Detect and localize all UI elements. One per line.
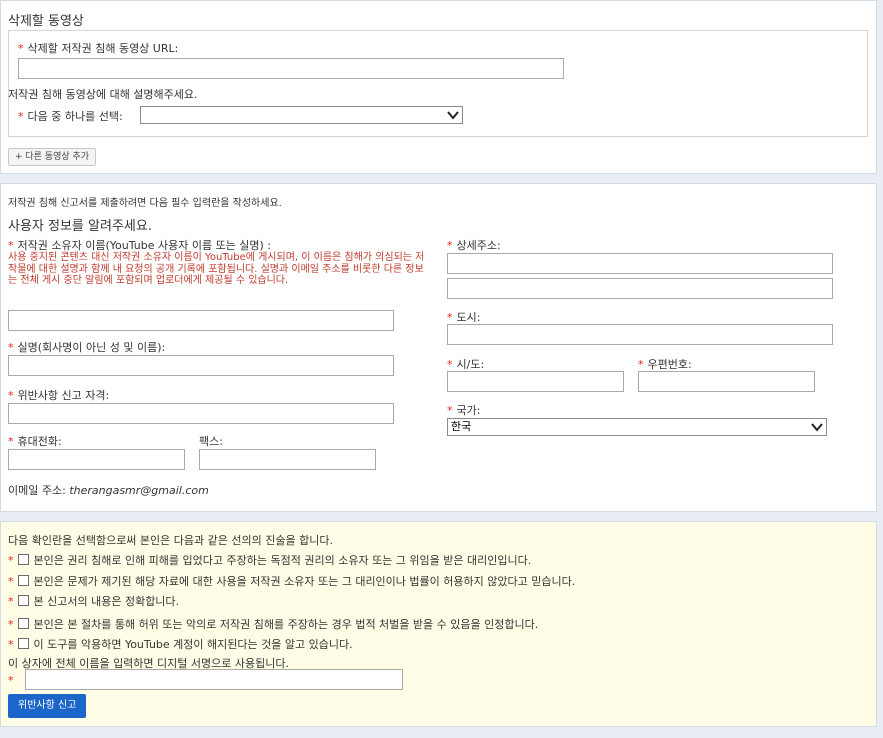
video-url-input[interactable] — [18, 58, 564, 79]
phone-label: * 휴대전화: — [8, 433, 62, 449]
fax-input[interactable] — [199, 449, 376, 470]
video-url-label: * 삭제할 저작권 침해 동영상 URL: — [18, 40, 178, 56]
signature-input[interactable] — [25, 669, 403, 690]
statement-text: 본인은 문제가 제기된 해당 자료에 대한 사용을 저작권 소유자 또는 그 대… — [33, 575, 576, 588]
describe-video-label: 저작권 침해 동영상에 대해 설명해주세요. — [8, 88, 198, 101]
email-label: 이메일 주소: — [8, 484, 66, 497]
video-entry-box: * 삭제할 저작권 침해 동영상 URL: 저작권 침해 동영상에 대해 설명해주… — [8, 30, 868, 137]
statement-checkbox[interactable] — [17, 575, 29, 586]
state-label-text: 시/도: — [456, 358, 485, 371]
city-label-text: 도시: — [456, 311, 481, 324]
real-name-label-text: 실명(회사명이 아닌 성 및 이름): — [17, 341, 166, 354]
zip-label: * 우편번호: — [638, 356, 692, 372]
owner-name-input[interactable] — [8, 310, 394, 331]
required-marker: * — [8, 618, 14, 631]
statement-checkbox[interactable] — [17, 618, 29, 629]
required-marker: * — [8, 554, 14, 567]
address-label: * 상세주소: — [447, 237, 501, 253]
email-row: 이메일 주소: therangasmr@gmail.com — [8, 482, 209, 498]
choose-option-select[interactable] — [140, 106, 463, 124]
required-marker: * — [18, 110, 24, 123]
statement-text: 본 신고서의 내용은 정확합니다. — [33, 595, 180, 608]
zip-input[interactable] — [638, 371, 815, 392]
choose-option-label: * 다음 중 하나를 선택: — [18, 108, 123, 124]
state-label: * 시/도: — [447, 356, 484, 372]
owner-name-label: * 저작권 소유자 이름(YouTube 사용자 이름 또는 실명) : — [8, 237, 271, 253]
address-line2-input[interactable] — [447, 278, 833, 299]
statement-item: * 이 도구를 악용하면 YouTube 계정이 해지된다는 것을 알고 있습니다… — [8, 636, 353, 652]
statement-item: * 본 신고서의 내용은 정확합니다. — [8, 593, 179, 609]
authority-label: * 위반사항 신고 자격: — [8, 387, 109, 403]
required-marker: * — [8, 389, 14, 402]
authority-input[interactable] — [8, 403, 394, 424]
add-video-button[interactable]: + 다른 동영상 추가 — [8, 148, 97, 166]
info-section: 저작권 침해 신고서를 제출하려면 다음 필수 입력란을 작성하세요. 사용자 … — [0, 183, 877, 512]
video-section-title: 삭제할 동영상 — [8, 14, 84, 29]
state-input[interactable] — [447, 371, 624, 392]
required-marker: * — [8, 341, 14, 354]
required-marker: * — [447, 404, 453, 417]
info-intro: 저작권 침해 신고서를 제출하려면 다음 필수 입력란을 작성하세요. — [8, 198, 282, 209]
video-url-label-text: 삭제할 저작권 침해 동영상 URL: — [27, 42, 179, 55]
statement-checkbox[interactable] — [17, 554, 29, 565]
owner-name-warning: 사용 중지된 콘텐츠 대신 저작권 소유자 이름이 YouTube에 게시되며,… — [8, 252, 425, 286]
submit-report-button[interactable]: 위반사항 신고 — [8, 694, 87, 718]
info-section-title: 사용자 정보를 알려주세요. — [8, 219, 152, 234]
chevron-down-icon — [811, 423, 823, 432]
phone-label-text: 휴대전화: — [17, 435, 62, 448]
address-label-text: 상세주소: — [456, 239, 501, 252]
statements-section: 다음 확인란을 선택함으로써 본인은 다음과 같은 선의의 진술을 합니다. *… — [0, 521, 877, 727]
country-select[interactable]: 한국 — [447, 418, 827, 436]
statement-text: 본인은 권리 침해로 인해 피해를 입었다고 주장하는 독점적 권리의 소유자 … — [33, 554, 532, 567]
statement-checkbox[interactable] — [17, 638, 29, 649]
required-marker: * — [8, 239, 14, 252]
real-name-input[interactable] — [8, 355, 394, 376]
country-label-text: 국가: — [456, 404, 481, 417]
statement-item: * 본인은 문제가 제기된 해당 자료에 대한 사용을 저작권 소유자 또는 그 … — [8, 573, 575, 589]
required-marker: * — [8, 435, 14, 448]
required-marker: * — [8, 575, 14, 588]
required-marker: * — [638, 358, 644, 371]
owner-name-label-text: 저작권 소유자 이름(YouTube 사용자 이름 또는 실명) : — [17, 239, 272, 252]
country-value: 한국 — [451, 420, 472, 433]
required-marker: * — [8, 595, 14, 608]
statement-text: 본인은 본 절차를 통해 허위 또는 악의로 저작권 침해를 주장하는 경우 법… — [33, 618, 539, 631]
statements-intro: 다음 확인란을 선택함으로써 본인은 다음과 같은 선의의 진술을 합니다. — [8, 534, 333, 547]
country-label: * 국가: — [447, 402, 480, 418]
chevron-down-icon — [447, 111, 459, 120]
authority-label-text: 위반사항 신고 자격: — [17, 389, 110, 402]
required-marker: * — [447, 311, 453, 324]
statement-item: * 본인은 본 절차를 통해 허위 또는 악의로 저작권 침해를 주장하는 경우 … — [8, 616, 538, 632]
zip-label-text: 우편번호: — [647, 358, 692, 371]
statement-text: 이 도구를 악용하면 YouTube 계정이 해지된다는 것을 알고 있습니다. — [33, 638, 353, 651]
required-marker: * — [447, 239, 453, 252]
required-marker: * — [447, 358, 453, 371]
required-marker: * — [8, 638, 14, 651]
city-label: * 도시: — [447, 309, 480, 325]
video-section: 삭제할 동영상 * 삭제할 저작권 침해 동영상 URL: 저작권 침해 동영상에… — [0, 0, 877, 174]
city-input[interactable] — [447, 324, 833, 345]
phone-input[interactable] — [8, 449, 185, 470]
choose-option-label-text: 다음 중 하나를 선택: — [27, 110, 123, 123]
email-value: therangasmr@gmail.com — [69, 484, 209, 497]
required-marker: * — [18, 42, 24, 55]
fax-label: 팩스: — [199, 435, 223, 448]
required-marker: * — [8, 674, 14, 687]
statement-checkbox[interactable] — [17, 595, 29, 606]
address-line1-input[interactable] — [447, 253, 833, 274]
statement-item: * 본인은 권리 침해로 인해 피해를 입었다고 주장하는 독점적 권리의 소유자… — [8, 552, 531, 568]
real-name-label: * 실명(회사명이 아닌 성 및 이름): — [8, 339, 165, 355]
